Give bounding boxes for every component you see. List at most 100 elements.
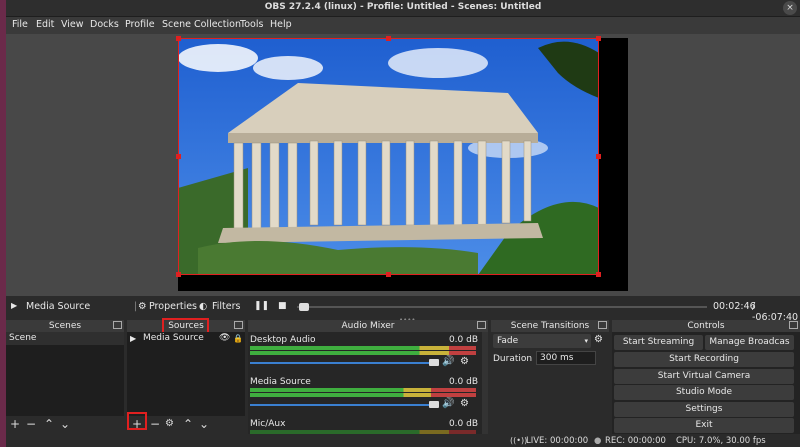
live-indicator-icon: ((•)) xyxy=(510,436,528,445)
scenes-list: Scene xyxy=(6,332,124,416)
menu-bar: File Edit View Docks Profile Scene Colle… xyxy=(6,17,800,34)
current-source-name: Media Source xyxy=(26,301,91,312)
channel-db: 0.0 dB xyxy=(448,419,478,429)
media-elapsed-time: 00:02:46 xyxy=(713,301,756,312)
resize-handle-bottom-left[interactable] xyxy=(176,272,181,277)
audio-mixer-dock: Audio Mixer Desktop Audio 0.0 dB 🔊 ⚙ Med… xyxy=(248,320,488,434)
studio-mode-button[interactable]: Studio Mode xyxy=(614,385,794,400)
chevron-down-icon: ▾ xyxy=(584,337,588,345)
speaker-icon[interactable]: 🔊 xyxy=(442,398,454,409)
resize-handle-bottom[interactable] xyxy=(386,272,391,277)
resize-handle-top-left[interactable] xyxy=(176,36,181,41)
move-scene-down-button[interactable]: ⌄ xyxy=(60,417,70,431)
title-bar: OBS 27.2.4 (linux) - Profile: Untitled -… xyxy=(6,0,800,17)
duration-label: Duration xyxy=(493,354,533,364)
channel-db: 0.0 dB xyxy=(448,335,478,345)
media-seek-bar[interactable] xyxy=(297,306,707,308)
transition-select[interactable]: Fade ▾ xyxy=(493,334,591,348)
close-button[interactable]: × xyxy=(783,1,797,15)
visibility-eye-icon[interactable]: 👁 xyxy=(219,332,230,345)
start-recording-button[interactable]: Start Recording xyxy=(614,352,794,367)
resize-handle-right[interactable] xyxy=(596,154,601,159)
dock-undock-icon[interactable] xyxy=(789,321,798,329)
selected-source-bounds[interactable] xyxy=(178,38,599,275)
menu-file[interactable]: File xyxy=(12,19,28,30)
filters-icon[interactable]: ◐ xyxy=(199,301,207,312)
move-scene-up-button[interactable]: ⌃ xyxy=(44,417,54,431)
volume-slider[interactable] xyxy=(250,404,438,406)
resize-handle-bottom-right[interactable] xyxy=(596,272,601,277)
source-item-label: Media Source xyxy=(143,333,204,343)
controls-dock: Controls Start Streaming Manage Broadcas… xyxy=(612,320,800,434)
audio-meter xyxy=(250,351,476,355)
exit-button[interactable]: Exit xyxy=(614,418,794,433)
sources-list: ▶ Media Source 👁 🔒 xyxy=(127,332,245,416)
gear-icon[interactable]: ⚙ xyxy=(460,356,469,367)
transitions-body: Fade ▾ ⚙ Duration 300 ms xyxy=(491,332,609,434)
speaker-icon[interactable]: 🔊 xyxy=(442,356,454,367)
scenes-title: Scenes xyxy=(6,320,124,332)
properties-button[interactable]: Properties xyxy=(149,301,197,312)
add-scene-button[interactable]: + xyxy=(10,417,20,431)
start-streaming-button[interactable]: Start Streaming xyxy=(614,335,703,350)
move-source-down-button[interactable]: ⌄ xyxy=(199,417,209,431)
audio-mixer-title: Audio Mixer xyxy=(248,320,488,332)
scene-item[interactable]: Scene xyxy=(6,332,124,345)
controls-title: Controls xyxy=(612,320,800,332)
menu-profile[interactable]: Profile xyxy=(125,19,155,30)
channel-name: Mic/Aux xyxy=(250,419,286,429)
channel-db: 0.0 dB xyxy=(448,377,478,387)
mixer-scrollbar[interactable] xyxy=(482,332,488,434)
menu-docks[interactable]: Docks xyxy=(90,19,119,30)
preview-canvas[interactable] xyxy=(6,34,800,296)
source-item[interactable]: ▶ Media Source 👁 🔒 xyxy=(127,332,245,345)
scenes-dock: Scenes Scene + − ⌃ ⌄ xyxy=(6,320,124,434)
duration-input[interactable]: 300 ms xyxy=(536,351,596,365)
obs-window: OBS 27.2.4 (linux) - Profile: Untitled -… xyxy=(6,0,800,447)
volume-slider[interactable] xyxy=(250,362,438,364)
dock-undock-icon[interactable] xyxy=(598,321,607,329)
transition-properties-gear-icon[interactable]: ⚙ xyxy=(594,334,603,345)
remove-scene-button[interactable]: − xyxy=(26,417,36,431)
menu-scene-collection[interactable]: Scene Collection xyxy=(162,19,241,30)
window-title: OBS 27.2.4 (linux) - Profile: Untitled -… xyxy=(264,2,542,12)
settings-button[interactable]: Settings xyxy=(614,402,794,417)
stop-button[interactable]: ■ xyxy=(278,301,287,311)
transition-select-value: Fade xyxy=(497,336,519,346)
remove-source-button[interactable]: − xyxy=(150,417,160,431)
resize-handle-left[interactable] xyxy=(176,154,181,159)
media-play-icon: ▶ xyxy=(130,334,137,343)
menu-edit[interactable]: Edit xyxy=(36,19,54,30)
pause-button[interactable]: ❚❚ xyxy=(254,301,269,311)
gear-icon[interactable]: ⚙ xyxy=(138,301,147,312)
resize-handle-top[interactable] xyxy=(386,36,391,41)
menu-help[interactable]: Help xyxy=(270,19,292,30)
gear-icon[interactable]: ⚙ xyxy=(460,398,469,409)
audio-meter xyxy=(250,393,476,397)
dock-undock-icon[interactable] xyxy=(477,321,486,329)
volume-slider-handle[interactable] xyxy=(429,401,439,408)
rec-time: REC: 00:00:00 xyxy=(605,436,666,446)
add-source-highlight xyxy=(127,412,147,430)
seek-slider-handle[interactable] xyxy=(299,303,309,311)
source-properties-gear-icon[interactable]: ⚙ xyxy=(165,417,174,431)
audio-meter xyxy=(250,388,476,392)
resize-handle-top-right[interactable] xyxy=(596,36,601,41)
filters-button[interactable]: Filters xyxy=(212,301,240,312)
sources-dock: Sources ▶ Media Source 👁 🔒 + − ⚙ ⌃ ⌄ xyxy=(127,318,245,434)
volume-slider-handle[interactable] xyxy=(429,359,439,366)
scene-transitions-title: Scene Transitions xyxy=(491,320,609,332)
dock-undock-icon[interactable] xyxy=(113,321,122,329)
audio-meter xyxy=(250,346,476,350)
lock-icon[interactable]: 🔒 xyxy=(233,332,243,345)
live-time: LIVE: 00:00:00 xyxy=(526,436,589,446)
move-source-up-button[interactable]: ⌃ xyxy=(183,417,193,431)
cpu-fps: CPU: 7.0%, 30.00 fps xyxy=(676,436,766,446)
program-preview[interactable] xyxy=(176,36,628,291)
dock-undock-icon[interactable] xyxy=(234,321,243,329)
menu-tools[interactable]: Tools xyxy=(240,19,263,30)
manage-broadcast-button[interactable]: Manage Broadcas xyxy=(705,335,794,350)
start-virtual-camera-button[interactable]: Start Virtual Camera xyxy=(614,369,794,384)
sources-footer: + − ⚙ ⌃ ⌄ xyxy=(127,412,245,434)
menu-view[interactable]: View xyxy=(61,19,84,30)
